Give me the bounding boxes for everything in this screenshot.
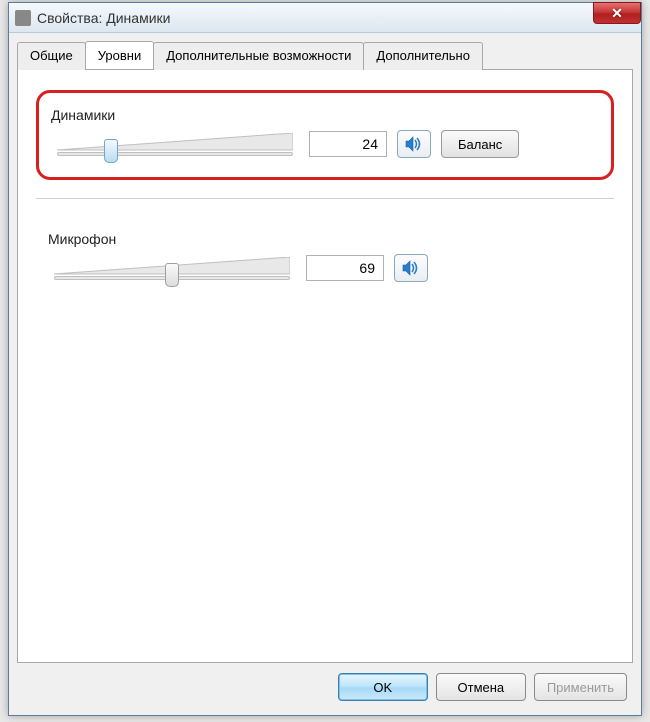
speakers-slider-thumb[interactable]	[104, 139, 118, 163]
microphone-group: Микрофон	[36, 217, 614, 301]
tab-advanced[interactable]: Дополнительно	[363, 42, 483, 70]
properties-window: Свойства: Динамики ✕ Общие Уровни Дополн…	[8, 2, 642, 716]
tab-general[interactable]: Общие	[17, 42, 86, 70]
speakers-group: Динамики	[36, 90, 614, 180]
ok-button[interactable]: OK	[338, 673, 428, 701]
app-icon	[15, 10, 31, 26]
content-area: Общие Уровни Дополнительные возможности …	[9, 33, 641, 715]
window-title: Свойства: Динамики	[37, 10, 170, 26]
tab-strip: Общие Уровни Дополнительные возможности …	[17, 41, 633, 69]
titlebar[interactable]: Свойства: Динамики ✕	[9, 3, 641, 33]
microphone-label: Микрофон	[48, 231, 602, 247]
speakers-controls: Баланс	[51, 129, 599, 159]
apply-button: Применить	[534, 673, 627, 701]
speakers-label: Динамики	[51, 107, 599, 123]
microphone-value-input[interactable]	[306, 255, 384, 281]
divider	[36, 198, 614, 199]
close-icon: ✕	[611, 5, 623, 22]
speakers-mute-button[interactable]	[397, 130, 431, 158]
speakers-value-input[interactable]	[309, 131, 387, 157]
tab-panel-levels: Динамики	[17, 69, 633, 663]
tab-levels[interactable]: Уровни	[85, 41, 154, 69]
tab-enhancements[interactable]: Дополнительные возможности	[153, 42, 364, 70]
microphone-slider[interactable]	[48, 253, 296, 283]
speakers-slider[interactable]	[51, 129, 299, 159]
microphone-mute-button[interactable]	[394, 254, 428, 282]
speakers-balance-button[interactable]: Баланс	[441, 130, 519, 158]
speaker-icon	[402, 260, 420, 276]
slider-track	[57, 152, 293, 156]
microphone-slider-thumb[interactable]	[165, 263, 179, 287]
cancel-button[interactable]: Отмена	[436, 673, 526, 701]
microphone-controls	[48, 253, 602, 283]
slider-wedge-icon	[57, 133, 293, 151]
dialog-footer: OK Отмена Применить	[17, 663, 633, 707]
speaker-icon	[405, 136, 423, 152]
close-button[interactable]: ✕	[593, 2, 641, 24]
